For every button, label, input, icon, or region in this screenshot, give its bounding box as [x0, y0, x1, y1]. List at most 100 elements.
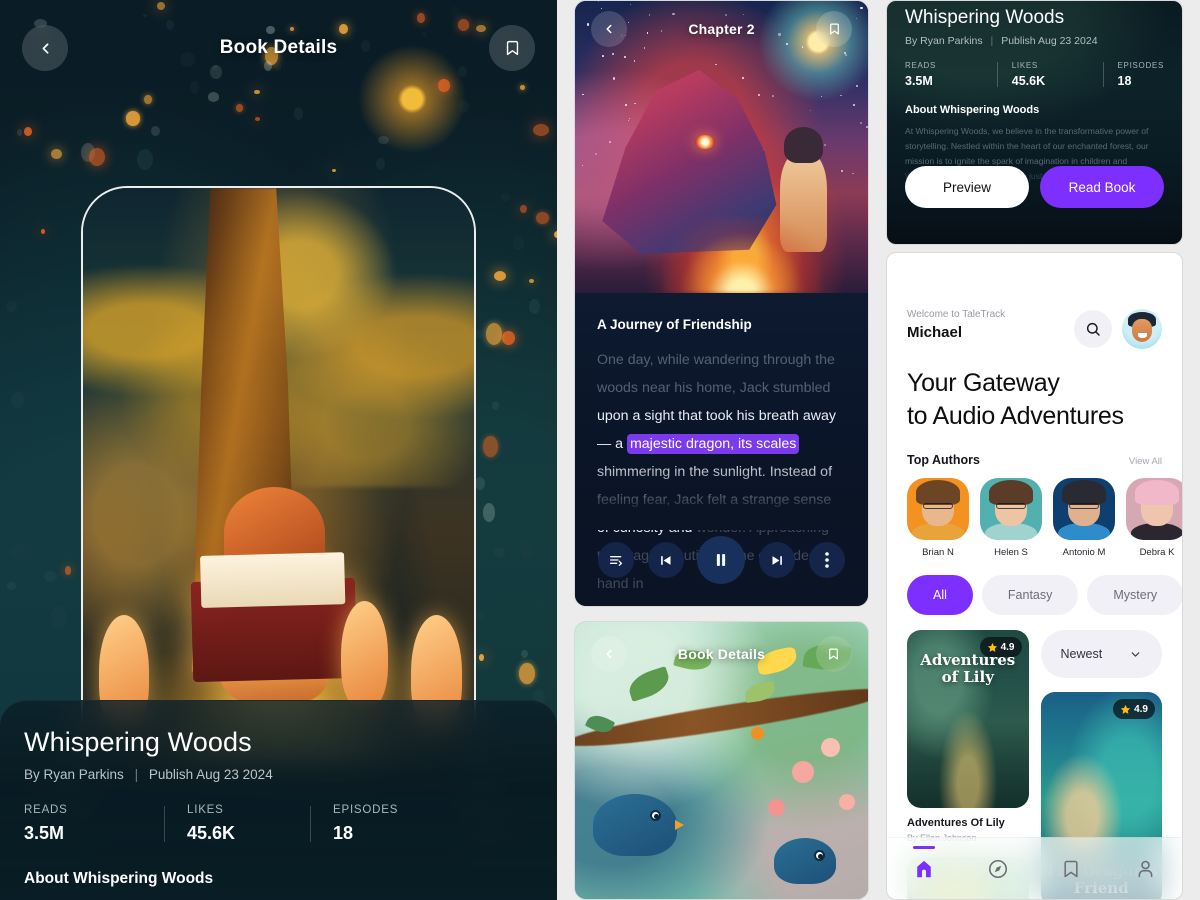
about-card-actions: Preview Read Book [905, 166, 1164, 208]
back-button[interactable] [591, 636, 627, 672]
tab-explore[interactable] [974, 848, 1022, 890]
about-heading: About Whispering Woods [24, 870, 533, 888]
skip-previous-icon [658, 553, 673, 568]
headline-line-1: Your Gateway [907, 369, 1060, 397]
author-item[interactable]: Debra K [1126, 478, 1183, 558]
sort-dropdown[interactable]: Newest [1041, 630, 1163, 678]
book-info-sheet: Whispering Woods By Ryan Parkins | Publi… [0, 700, 557, 900]
book-title: Adventures Of Lily [907, 817, 1029, 829]
back-button[interactable] [591, 11, 627, 47]
skip-next-icon [770, 553, 785, 568]
bookmark-icon [828, 21, 841, 37]
author-item[interactable]: Brian N [907, 478, 969, 558]
bookmark-button[interactable] [489, 25, 535, 71]
book-author: By Ryan Parkins [905, 35, 983, 47]
chevron-left-icon [602, 647, 616, 661]
welcome-text: Welcome to TaleTrack [907, 309, 1005, 320]
more-options-button[interactable] [809, 542, 845, 578]
back-button[interactable] [22, 25, 68, 71]
previous-button[interactable] [648, 542, 684, 578]
author-avatar [1053, 478, 1115, 540]
search-icon [1085, 321, 1101, 337]
open-book [191, 577, 358, 681]
author-name: Antonio M [1053, 547, 1115, 558]
about-heading: About Whispering Woods [905, 104, 1164, 116]
stat-value: 18 [333, 823, 398, 844]
rating-value: 4.9 [1134, 704, 1148, 715]
book-about-card: Whispering Woods By Ryan Parkins | Publi… [886, 0, 1183, 245]
stat-label: LIKES [187, 804, 310, 816]
stat-label: LIKES [1012, 61, 1103, 70]
story-text-part-1: One day, while wandering through the woo… [597, 352, 835, 396]
bird-eye [814, 850, 825, 861]
flower [839, 794, 855, 810]
section-title: Top Authors [907, 453, 980, 467]
page-headline: Your Gateway to Audio Adventures [907, 367, 1162, 433]
stat-label: EPISODES [333, 804, 398, 816]
page-title: Book Details [220, 37, 338, 59]
next-button[interactable] [759, 542, 795, 578]
headline-line-2: to Audio Adventures [907, 402, 1124, 430]
blue-bird-large [593, 794, 677, 856]
top-authors-header: Top Authors View All [907, 453, 1162, 467]
author-hair [1062, 480, 1107, 505]
book-details-screen: Book Details Whispering Woods By Ryan Pa… [0, 0, 557, 900]
active-tab-indicator [913, 846, 935, 849]
author-name: Debra K [1126, 547, 1183, 558]
author-item[interactable]: Antonio M [1053, 478, 1115, 558]
tab-home[interactable] [900, 848, 948, 890]
home-screen: Welcome to TaleTrack Michael Your Gatewa… [886, 252, 1183, 900]
stat-value: 45.6K [187, 823, 310, 844]
stat-value: 45.6K [1012, 74, 1103, 88]
search-button[interactable] [1074, 310, 1112, 348]
stat-reads: READS 3.5M [905, 61, 997, 88]
star-icon [1120, 704, 1131, 715]
book-details-topbar-secondary: Book Details [575, 622, 868, 686]
highlighted-text[interactable]: majestic dragon, its scales [627, 434, 799, 454]
pause-icon [712, 551, 730, 569]
user-avatar[interactable] [1122, 309, 1162, 349]
book-stats: READS 3.5M LIKES 45.6K EPISODES 18 [905, 61, 1164, 88]
avatar-face [1132, 319, 1153, 341]
audio-player-controls [575, 532, 868, 588]
filter-chip-all[interactable]: All [907, 575, 973, 615]
book-title: Whispering Woods [24, 727, 533, 758]
play-pause-button[interactable] [697, 536, 745, 584]
author-item[interactable]: Helen S [980, 478, 1042, 558]
bookmark-icon [1061, 858, 1081, 880]
stat-likes: LIKES 45.6K [165, 804, 310, 844]
chapter-title: Chapter 2 [688, 21, 754, 37]
campfire-glow [663, 217, 821, 293]
rating-badge: 4.9 [1113, 699, 1155, 719]
flower [792, 761, 814, 783]
filter-chip-fantasy[interactable]: Fantasy [982, 575, 1078, 615]
home-content: Welcome to TaleTrack Michael Your Gatewa… [887, 253, 1182, 900]
tab-profile[interactable] [1121, 848, 1169, 890]
bookmark-button[interactable] [816, 11, 852, 47]
byline-separator: | [991, 35, 994, 47]
author-hair [916, 480, 961, 505]
playlist-icon [608, 552, 624, 568]
read-book-button[interactable]: Read Book [1040, 166, 1164, 208]
user-name: Michael [907, 324, 1005, 341]
view-all-link[interactable]: View All [1129, 456, 1162, 467]
profile-icon [1135, 858, 1156, 879]
book-details-screen-secondary: Book Details [574, 621, 869, 900]
preview-button[interactable]: Preview [905, 166, 1029, 208]
book-publish-date: Publish Aug 23 2024 [149, 767, 273, 782]
book-cover-adventures-of-lily[interactable]: 4.9 Adventures of Lily [907, 630, 1029, 808]
stat-label: READS [24, 804, 164, 816]
book-title: Whispering Woods [905, 7, 1164, 29]
author-name: Helen S [980, 547, 1042, 558]
filter-chip-mystery[interactable]: Mystery [1087, 575, 1183, 615]
page-title: Book Details [678, 646, 765, 662]
stat-episodes: EPISODES 18 [1104, 61, 1165, 88]
blue-bird-small [774, 838, 836, 884]
author-avatar [907, 478, 969, 540]
cover-title-line-1: Adventures [920, 651, 1015, 669]
stat-value: 3.5M [905, 74, 997, 88]
bookmark-button[interactable] [816, 636, 852, 672]
glasses-icon [1069, 503, 1099, 509]
tab-bookmarks[interactable] [1047, 848, 1095, 890]
queue-button[interactable] [598, 542, 634, 578]
